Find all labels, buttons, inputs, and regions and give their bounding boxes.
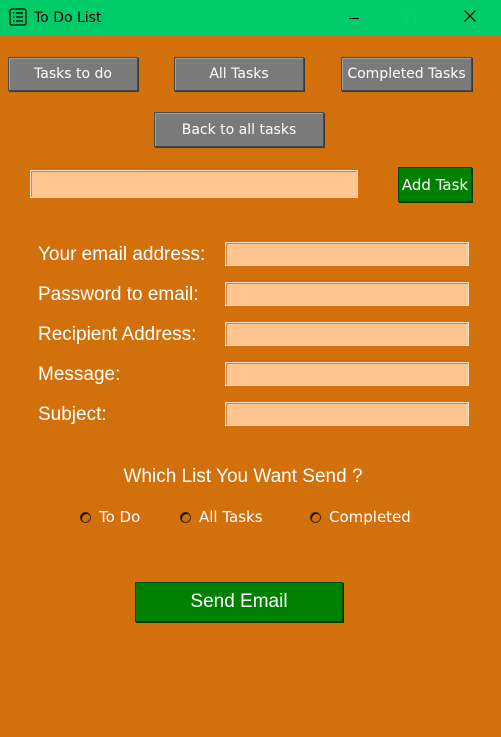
recipient-label: Recipient Address:: [38, 324, 197, 345]
subject-label: Subject:: [38, 404, 107, 425]
radio-indicator: [180, 511, 191, 523]
window-title: To Do List: [34, 10, 102, 26]
minimize-icon: [349, 17, 359, 19]
message-field[interactable]: [225, 362, 469, 386]
completed-tasks-button[interactable]: Completed Tasks: [341, 57, 472, 91]
title-bar: To Do List: [0, 0, 501, 36]
all-tasks-button[interactable]: All Tasks: [174, 57, 304, 91]
maximize-button[interactable]: [387, 0, 433, 36]
recipient-field[interactable]: [225, 322, 469, 346]
radio-label: To Do: [99, 508, 141, 526]
password-label: Password to email:: [38, 284, 199, 305]
password-field[interactable]: [225, 282, 469, 306]
task-input[interactable]: [30, 170, 358, 198]
radio-all-tasks[interactable]: All Tasks: [180, 508, 263, 526]
radio-indicator: [310, 511, 321, 523]
add-task-button[interactable]: Add Task: [398, 167, 472, 202]
message-label: Message:: [38, 364, 121, 385]
radio-to-do[interactable]: To Do: [80, 508, 140, 526]
subject-field[interactable]: [225, 402, 469, 426]
list-choice-question: Which List You Want Send ?: [123, 466, 363, 487]
send-email-button[interactable]: Send Email: [135, 582, 343, 622]
radio-indicator: [80, 511, 91, 523]
email-address-label: Your email address:: [38, 244, 206, 265]
list-icon: [9, 8, 27, 26]
tasks-to-do-button[interactable]: Tasks to do: [8, 57, 138, 91]
radio-completed[interactable]: Completed: [310, 508, 411, 526]
close-icon: [464, 9, 476, 27]
email-address-field[interactable]: [225, 242, 469, 266]
close-button[interactable]: [447, 0, 493, 36]
radio-label: All Tasks: [199, 508, 263, 526]
minimize-button[interactable]: [331, 0, 377, 36]
back-to-all-tasks-button[interactable]: Back to all tasks: [154, 112, 324, 147]
maximize-icon: [404, 12, 416, 24]
radio-label: Completed: [329, 508, 411, 526]
